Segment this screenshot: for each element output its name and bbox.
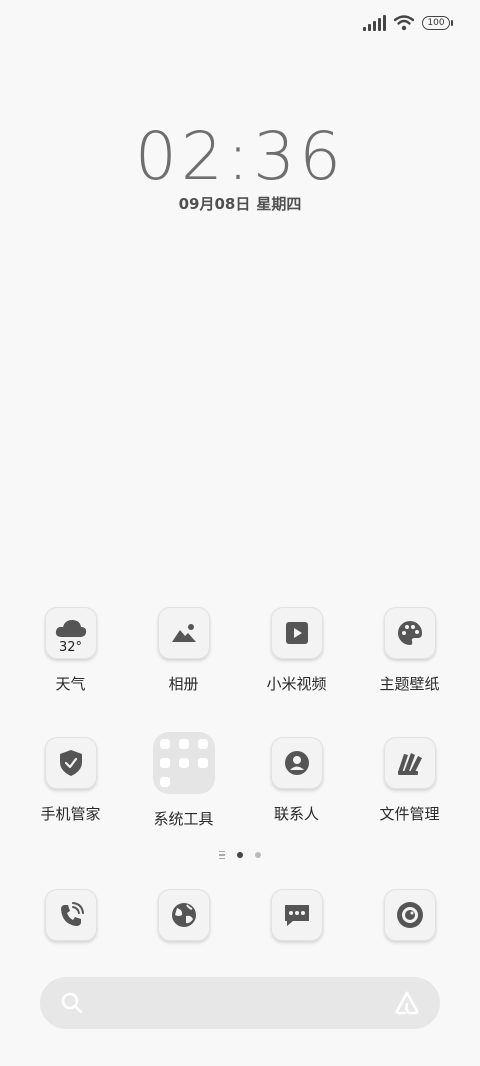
dock-phone[interactable] (14, 889, 127, 941)
messages-icon (270, 889, 323, 941)
app-weather[interactable]: 32° 天气 (14, 607, 127, 694)
weekday-text: 星期四 (256, 195, 302, 213)
app-gallery[interactable]: 相册 (127, 607, 240, 694)
app-label: 文件管理 (379, 805, 440, 823)
app-label: 相册 (168, 675, 199, 693)
dock-messages[interactable] (240, 889, 353, 941)
search-icon[interactable] (60, 991, 84, 1015)
app-label: 系统工具 (153, 810, 214, 828)
weather-cloud-icon: 32° (44, 607, 97, 659)
palette-icon (383, 607, 436, 659)
app-drawer-indicator[interactable] (219, 851, 225, 859)
clock-date: 09月08日 星期四 (0, 193, 480, 214)
video-play-icon (270, 607, 323, 659)
page-dot-active[interactable] (237, 852, 243, 858)
app-label: 小米视频 (266, 675, 327, 693)
contacts-icon (270, 737, 323, 789)
dock-camera[interactable] (353, 889, 466, 941)
browser-icon (157, 889, 210, 941)
page-indicator[interactable] (0, 851, 480, 859)
date-text: 09月08日 (178, 195, 251, 213)
gallery-icon (157, 607, 210, 659)
clock-time[interactable]: 02:36 (0, 118, 480, 195)
file-manager-icon (383, 737, 436, 789)
app-label: 主题壁纸 (379, 675, 440, 693)
wifi-icon (394, 15, 414, 31)
camera-icon (383, 889, 436, 941)
dock-browser[interactable] (127, 889, 240, 941)
temperature-badge: 32° (58, 640, 83, 655)
page-dot[interactable] (255, 852, 261, 858)
app-themes[interactable]: 主题壁纸 (353, 607, 466, 694)
status-bar: 100 (363, 12, 453, 34)
app-security[interactable]: 手机管家 (14, 737, 127, 824)
security-shield-icon (44, 737, 97, 789)
app-folder-system-tools[interactable]: 系统工具 (127, 732, 240, 829)
signal-icon (363, 15, 386, 31)
battery-icon: 100 (422, 16, 453, 30)
app-label: 手机管家 (40, 805, 101, 823)
folder-icon (152, 732, 215, 794)
app-file-manager[interactable]: 文件管理 (353, 737, 466, 824)
app-label: 天气 (55, 675, 86, 693)
assistant-icon[interactable] (394, 991, 420, 1015)
app-video[interactable]: 小米视频 (240, 607, 353, 694)
search-bar[interactable] (40, 977, 440, 1029)
app-label: 联系人 (273, 805, 319, 823)
app-contacts[interactable]: 联系人 (240, 737, 353, 824)
phone-icon (44, 889, 97, 941)
